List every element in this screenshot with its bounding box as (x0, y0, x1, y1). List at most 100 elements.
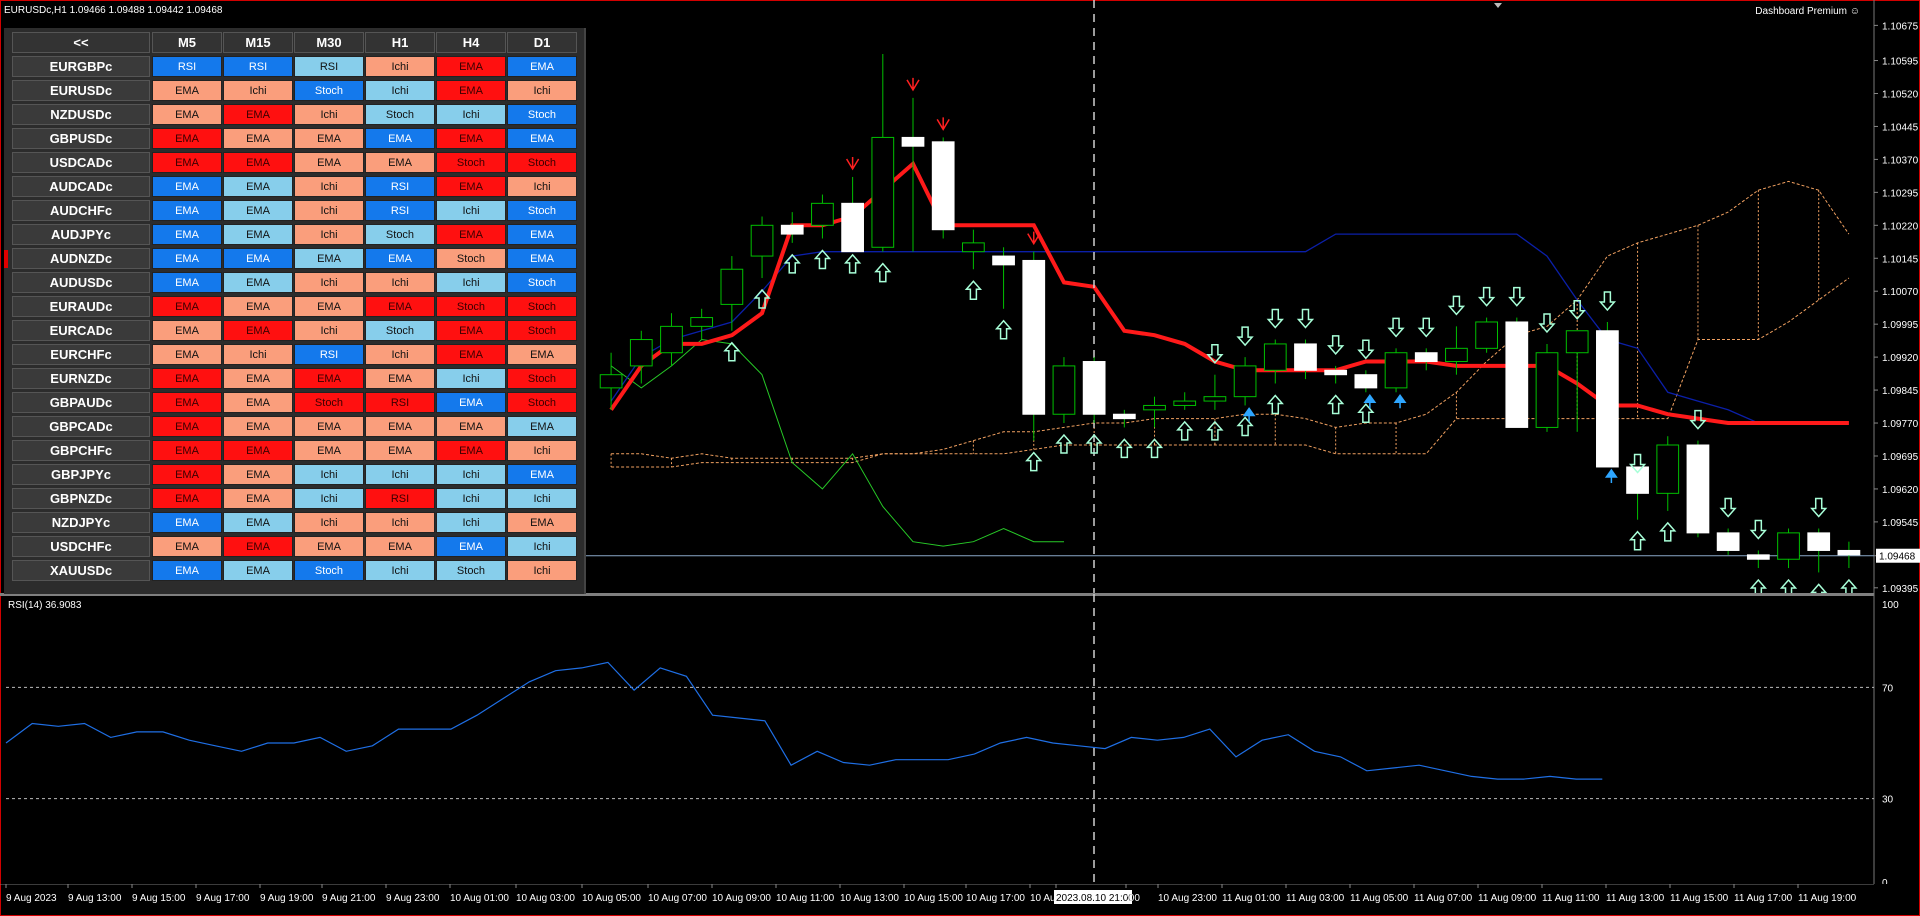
signal-cell[interactable]: EMA (152, 200, 222, 221)
signal-cell[interactable]: Stoch (365, 104, 435, 125)
signal-cell[interactable]: EMA (152, 368, 222, 389)
signal-cell[interactable]: EMA (294, 416, 364, 437)
signal-cell[interactable]: EMA (436, 416, 506, 437)
signal-cell[interactable]: Stoch (294, 80, 364, 101)
signal-cell[interactable]: Stoch (507, 368, 577, 389)
signal-cell[interactable]: Ichi (507, 80, 577, 101)
back-button[interactable]: << (12, 32, 150, 53)
signal-cell[interactable]: Ichi (507, 488, 577, 509)
symbol-label[interactable]: GBPUSDc (12, 128, 150, 149)
signal-cell[interactable]: Stoch (294, 392, 364, 413)
symbol-label[interactable]: EURCADc (12, 320, 150, 341)
signal-cell[interactable]: Ichi (294, 464, 364, 485)
signal-cell[interactable]: Stoch (365, 320, 435, 341)
signal-cell[interactable]: EMA (223, 152, 293, 173)
signal-cell[interactable]: EMA (223, 320, 293, 341)
signal-cell[interactable]: EMA (152, 320, 222, 341)
signal-cell[interactable]: EMA (152, 512, 222, 533)
signal-cell[interactable]: EMA (223, 392, 293, 413)
signal-cell[interactable]: EMA (294, 128, 364, 149)
signal-cell[interactable]: Ichi (223, 344, 293, 365)
symbol-label[interactable]: AUDJPYc (12, 224, 150, 245)
signal-cell[interactable]: Ichi (365, 560, 435, 581)
signal-cell[interactable]: Ichi (507, 440, 577, 461)
signal-cell[interactable]: EMA (507, 512, 577, 533)
rsi-chart[interactable]: 10070300 (0, 594, 1920, 884)
signal-cell[interactable]: EMA (223, 200, 293, 221)
signal-cell[interactable]: EMA (436, 56, 506, 77)
signal-cell[interactable]: Stoch (436, 560, 506, 581)
signal-cell[interactable]: Ichi (294, 320, 364, 341)
signal-cell[interactable]: Stoch (507, 200, 577, 221)
signal-cell[interactable]: EMA (294, 368, 364, 389)
signal-cell[interactable]: EMA (223, 536, 293, 557)
symbol-label[interactable]: EURUSDc (12, 80, 150, 101)
signal-cell[interactable]: EMA (223, 104, 293, 125)
signal-cell[interactable]: RSI (365, 200, 435, 221)
signal-cell[interactable]: EMA (507, 464, 577, 485)
signal-cell[interactable]: EMA (152, 464, 222, 485)
signal-cell[interactable]: RSI (294, 344, 364, 365)
signal-cell[interactable]: EMA (365, 440, 435, 461)
signal-cell[interactable]: Ichi (294, 104, 364, 125)
signal-cell[interactable]: EMA (294, 152, 364, 173)
signal-cell[interactable]: EMA (223, 512, 293, 533)
signal-cell[interactable]: RSI (223, 56, 293, 77)
symbol-label[interactable]: EURNZDc (12, 368, 150, 389)
signal-cell[interactable]: Ichi (436, 104, 506, 125)
signal-cell[interactable]: EMA (365, 152, 435, 173)
signal-cell[interactable]: EMA (223, 416, 293, 437)
signal-cell[interactable]: EMA (436, 176, 506, 197)
signal-cell[interactable]: EMA (507, 416, 577, 437)
signal-cell[interactable]: EMA (223, 464, 293, 485)
signal-cell[interactable]: EMA (436, 320, 506, 341)
signal-cell[interactable]: Ichi (365, 272, 435, 293)
signal-cell[interactable]: EMA (223, 560, 293, 581)
signal-cell[interactable]: Ichi (436, 272, 506, 293)
signal-cell[interactable]: EMA (365, 368, 435, 389)
symbol-label[interactable]: GBPNZDc (12, 488, 150, 509)
symbol-label[interactable]: AUDNZDc (12, 248, 150, 269)
signal-cell[interactable]: EMA (223, 440, 293, 461)
signal-cell[interactable]: Ichi (365, 56, 435, 77)
signal-cell[interactable]: EMA (223, 488, 293, 509)
signal-cell[interactable]: EMA (507, 248, 577, 269)
symbol-label[interactable]: NZDJPYc (12, 512, 150, 533)
symbol-label[interactable]: GBPCHFc (12, 440, 150, 461)
signal-cell[interactable]: EMA (152, 176, 222, 197)
signal-cell[interactable]: EMA (507, 224, 577, 245)
signal-cell[interactable]: Stoch (507, 392, 577, 413)
signal-cell[interactable]: EMA (365, 536, 435, 557)
signal-cell[interactable]: Ichi (436, 200, 506, 221)
signal-cell[interactable]: RSI (365, 392, 435, 413)
signal-cell[interactable]: EMA (436, 128, 506, 149)
signal-cell[interactable]: EMA (507, 344, 577, 365)
signal-cell[interactable]: RSI (294, 56, 364, 77)
signal-cell[interactable]: EMA (152, 488, 222, 509)
signal-cell[interactable]: EMA (223, 296, 293, 317)
signal-cell[interactable]: Stoch (294, 560, 364, 581)
signal-cell[interactable]: EMA (365, 128, 435, 149)
symbol-label[interactable]: AUDCHFc (12, 200, 150, 221)
signal-cell[interactable]: EMA (152, 344, 222, 365)
signal-cell[interactable]: Ichi (294, 200, 364, 221)
signal-cell[interactable]: Ichi (365, 464, 435, 485)
signal-cell[interactable]: EMA (436, 344, 506, 365)
signal-cell[interactable]: EMA (152, 128, 222, 149)
signal-cell[interactable]: EMA (365, 416, 435, 437)
signal-cell[interactable]: EMA (507, 128, 577, 149)
signal-cell[interactable]: EMA (152, 104, 222, 125)
signal-cell[interactable]: Stoch (507, 272, 577, 293)
signal-cell[interactable]: Stoch (507, 320, 577, 341)
signal-cell[interactable]: Ichi (294, 488, 364, 509)
symbol-label[interactable]: EURAUDc (12, 296, 150, 317)
signal-cell[interactable]: EMA (294, 296, 364, 317)
symbol-label[interactable]: GBPJPYc (12, 464, 150, 485)
signal-cell[interactable]: Ichi (507, 176, 577, 197)
signal-cell[interactable]: EMA (223, 176, 293, 197)
signal-cell[interactable]: EMA (152, 416, 222, 437)
signal-cell[interactable]: EMA (294, 440, 364, 461)
timeframe-header-h1[interactable]: H1 (365, 32, 435, 53)
signal-cell[interactable]: EMA (223, 248, 293, 269)
signal-cell[interactable]: Ichi (294, 176, 364, 197)
